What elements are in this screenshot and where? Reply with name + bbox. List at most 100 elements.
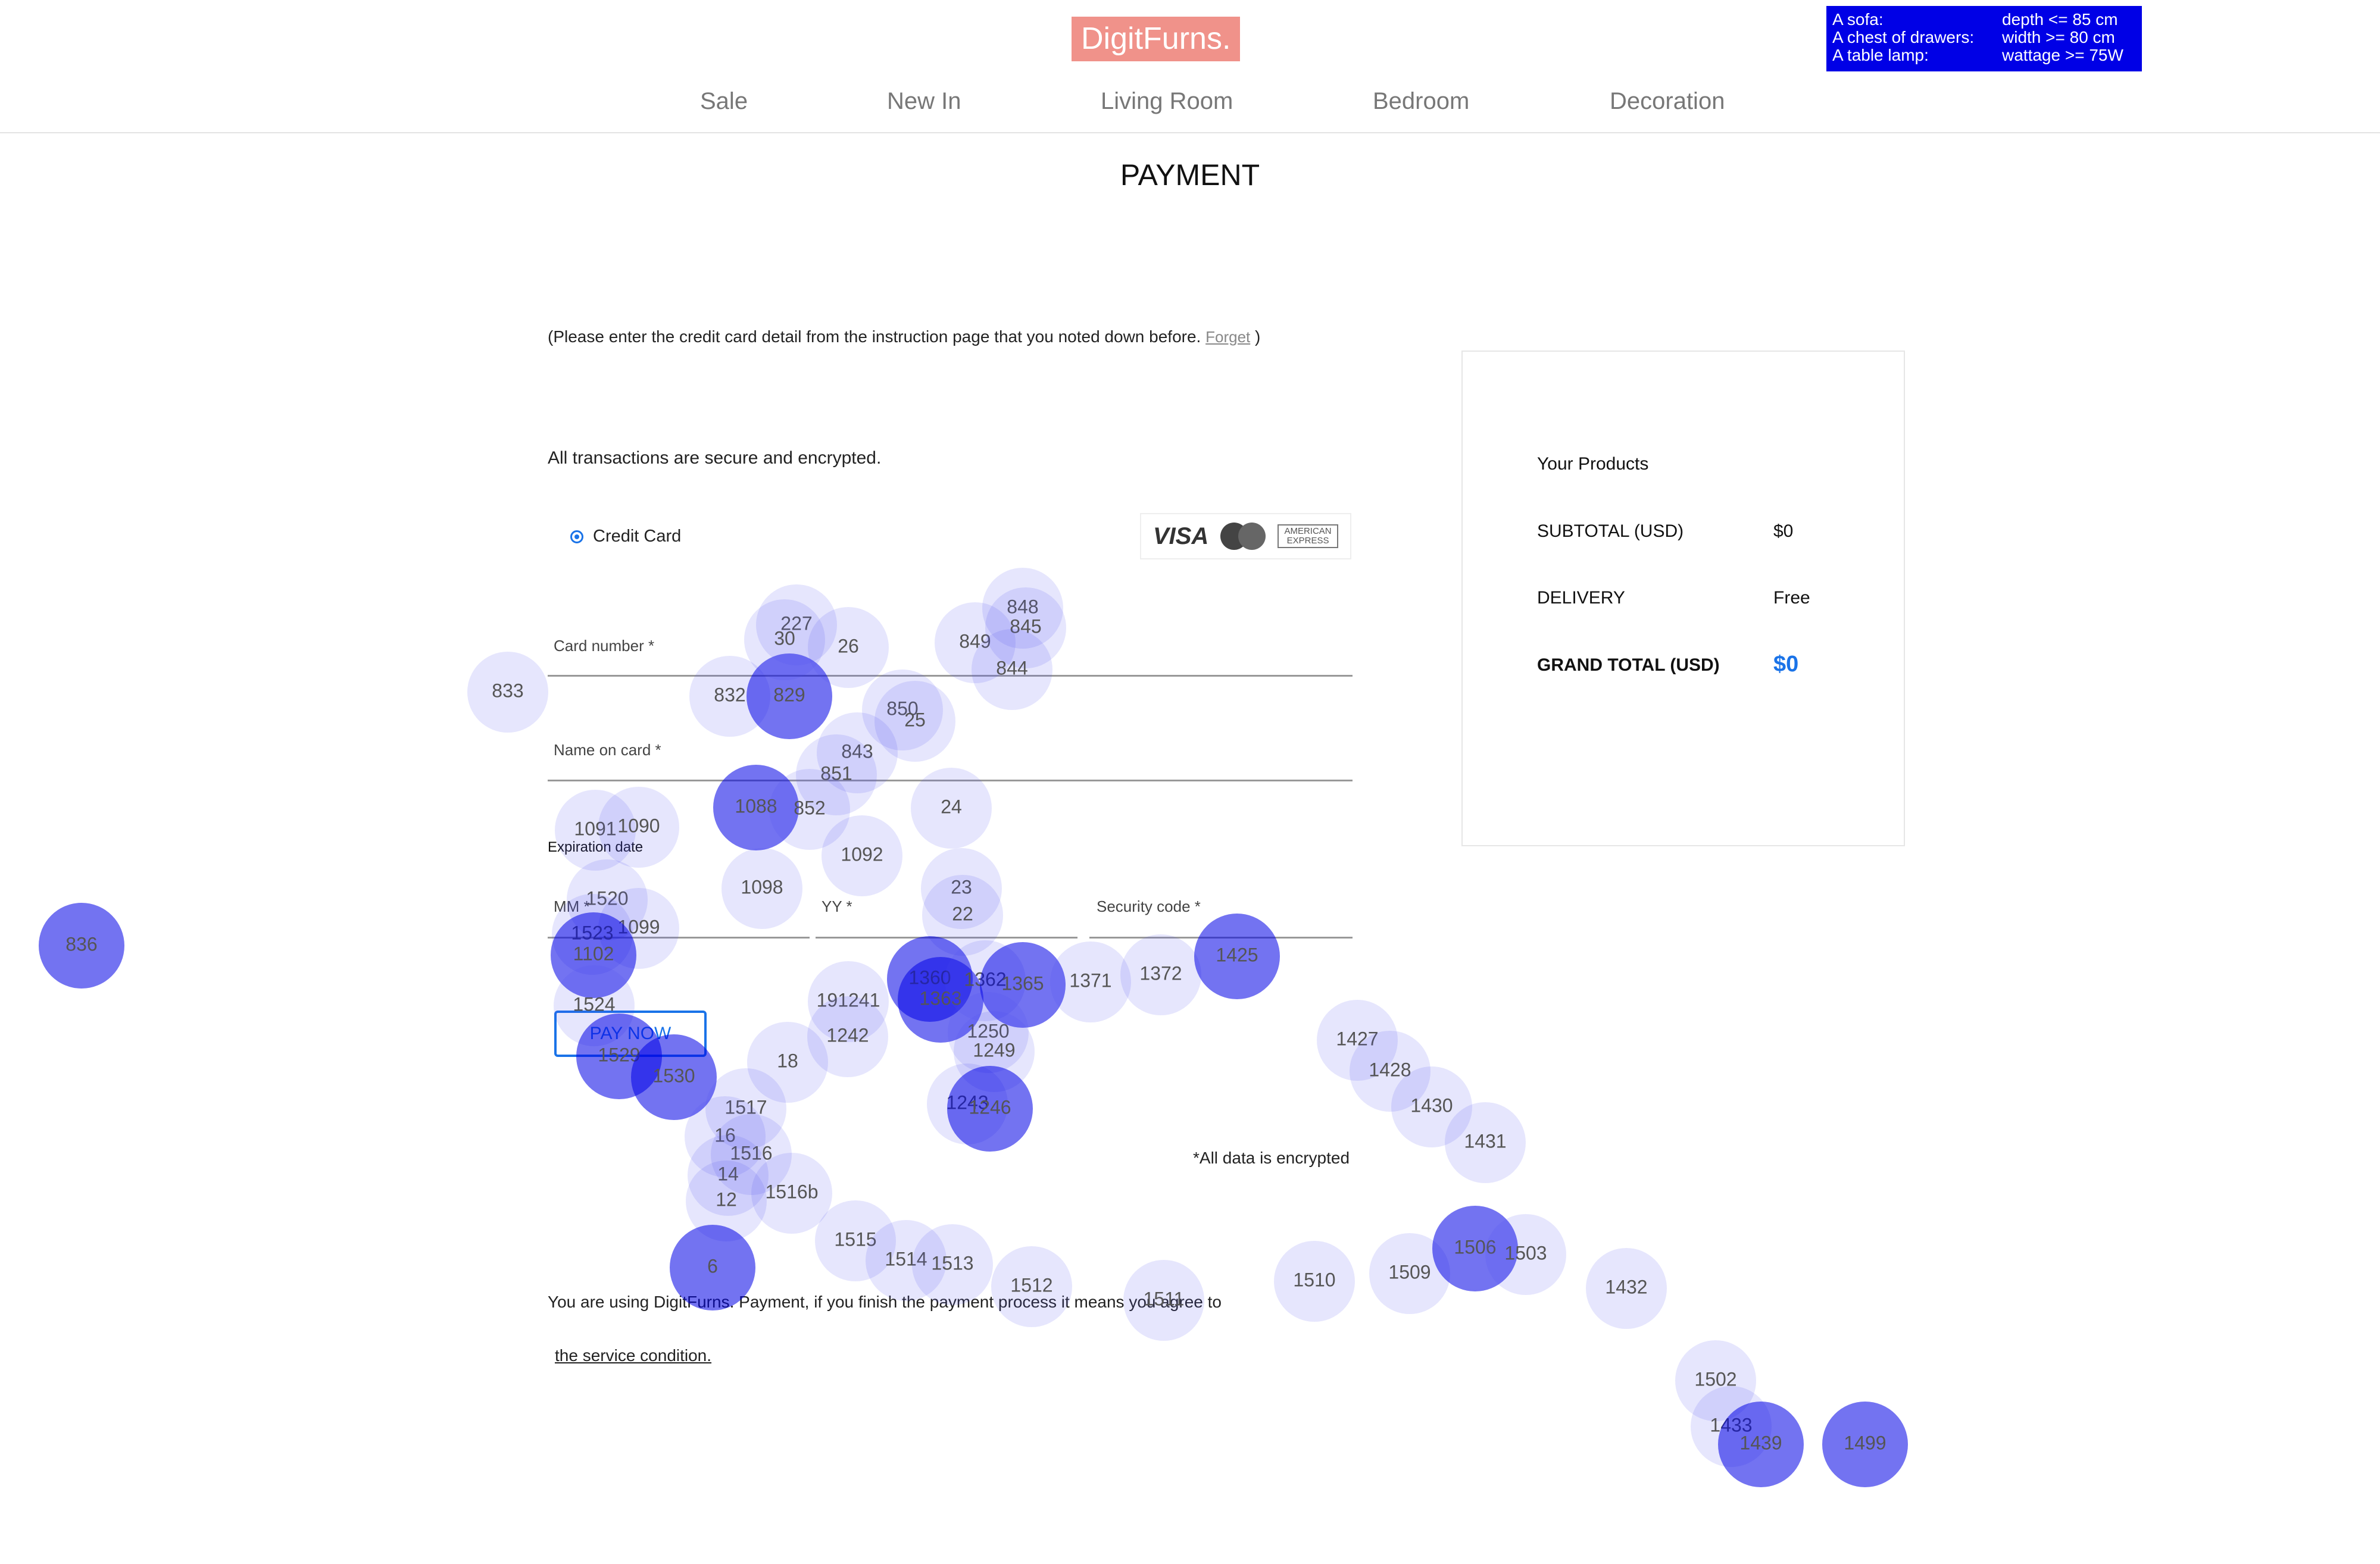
gaze-fixation-label: 845: [1010, 615, 1041, 637]
legend-row-drawers: A chest of drawers: width >= 80 cm: [1832, 29, 2136, 46]
gaze-fixation: 1503: [1485, 1214, 1566, 1295]
task-legend: A sofa: depth <= 85 cm A chest of drawer…: [1826, 6, 2142, 71]
nav-item-bedroom[interactable]: Bedroom: [1373, 88, 1469, 115]
gaze-fixation-circle: [1274, 1241, 1355, 1322]
gaze-fixation: 1371: [1050, 941, 1131, 1022]
legend-constraint: depth <= 85 cm: [2002, 10, 2118, 29]
gaze-fixation-circle: [874, 681, 955, 762]
gaze-fixation-circle: [887, 936, 973, 1022]
gaze-fixation-label: 1246: [969, 1096, 1011, 1118]
gaze-fixation-label: 1514: [885, 1248, 927, 1269]
gaze-fixation-circle: [1317, 1000, 1398, 1081]
legend-constraint: width >= 80 cm: [2002, 28, 2115, 46]
gaze-fixation-circle: [1050, 941, 1131, 1022]
gaze-fixation: 191241: [808, 961, 889, 1042]
forget-link[interactable]: Forget: [1205, 328, 1250, 346]
gaze-fixation-label: 1530: [652, 1065, 695, 1086]
card-brand-logos: VISA AMERICAN EXPRESS: [1140, 513, 1351, 559]
legend-item: A sofa:: [1832, 10, 1884, 29]
gaze-fixation: 1427: [1317, 1000, 1398, 1081]
nav-item-decoration[interactable]: Decoration: [1610, 88, 1725, 115]
gaze-fixation: 1372: [1120, 934, 1201, 1015]
gaze-fixation-label: 1365: [1001, 972, 1044, 994]
delivery-value: Free: [1773, 588, 1810, 608]
mm-input[interactable]: [554, 914, 806, 936]
your-products-label: Your Products: [1537, 454, 1649, 474]
gaze-fixation-label: 1431: [1464, 1130, 1506, 1152]
gaze-fixation-label: 18: [777, 1050, 798, 1071]
gaze-fixation-label: 227: [780, 612, 812, 634]
gaze-fixation: 833: [467, 652, 548, 733]
gaze-fixation: 1428: [1350, 1031, 1431, 1112]
service-condition-link[interactable]: the service condition.: [555, 1346, 711, 1365]
gaze-fixation-circle: [866, 1220, 947, 1301]
gaze-fixation-label: 1250: [967, 1020, 1009, 1041]
card-number-input[interactable]: [554, 652, 1354, 674]
gaze-fixation: 1510: [1274, 1241, 1355, 1322]
amex-logo: AMERICAN EXPRESS: [1278, 524, 1339, 548]
main-nav: Sale New In Living Room Bedroom Decorati…: [0, 88, 2380, 118]
gaze-fixation-circle: [982, 568, 1063, 649]
gaze-fixation: 1517: [705, 1068, 786, 1149]
gaze-fixation-label: 1516b: [766, 1181, 819, 1202]
gaze-fixation-label: 14: [717, 1163, 739, 1184]
legend-row-lamp: A table lamp: wattage >= 75W: [1832, 46, 2136, 64]
credit-card-radio[interactable]: [570, 530, 583, 543]
gaze-fixation-circle: [1120, 934, 1201, 1015]
gaze-fixation: 850: [862, 670, 943, 750]
yy-input[interactable]: [822, 914, 1074, 936]
name-on-card-underline: [548, 780, 1353, 781]
gaze-fixation: 1514: [866, 1220, 947, 1301]
nav-item-sale[interactable]: Sale: [700, 88, 748, 115]
subtotal-label: SUBTOTAL (USD): [1537, 521, 1684, 541]
gaze-fixation-label: 1243: [946, 1091, 988, 1113]
gaze-fixation: 16: [685, 1096, 766, 1177]
gaze-fixation-label: 1513: [931, 1252, 973, 1274]
gaze-fixation-circle: [467, 652, 548, 733]
gaze-overlay: 833 832 82922730 26 849848845844850258438511…: [39, 568, 1908, 1487]
gaze-fixation: 12: [686, 1161, 767, 1241]
gaze-fixation-circle: [1718, 1402, 1804, 1487]
name-on-card-input[interactable]: [554, 756, 1354, 778]
delivery-label: DELIVERY: [1537, 588, 1625, 608]
gaze-fixation: 1091: [555, 790, 636, 871]
brand-logo[interactable]: DigitFurns.: [1072, 17, 1241, 61]
legend-row-sofa: A sofa: depth <= 85 cm: [1832, 11, 2136, 29]
credit-card-label: Credit Card: [593, 527, 682, 546]
gaze-fixation-circle: [685, 1096, 766, 1177]
gaze-fixation-label: 1372: [1139, 962, 1182, 984]
gaze-fixation-label: 1433: [1710, 1414, 1752, 1435]
subtotal-value: $0: [1773, 521, 1794, 541]
gaze-fixation-circle: [555, 790, 636, 871]
pay-now-button[interactable]: PAY NOW: [554, 1011, 707, 1057]
gaze-fixation-circle: [688, 1135, 769, 1216]
gaze-fixation-label: 1425: [1216, 944, 1258, 965]
gaze-fixation-label: 1432: [1605, 1276, 1647, 1297]
gaze-fixation-circle: [991, 1246, 1072, 1327]
gaze-fixation: 1499: [1822, 1402, 1908, 1487]
payment-method-credit-card[interactable]: Credit Card: [570, 527, 681, 546]
security-code-input[interactable]: [1097, 914, 1349, 936]
gaze-fixation-label: 1439: [1739, 1432, 1782, 1453]
gaze-fixation-label: 1362: [964, 968, 1006, 990]
gaze-fixation-label: 1515: [834, 1228, 876, 1250]
gaze-fixation-circle: [1485, 1214, 1566, 1295]
gaze-fixation-label: 25: [904, 709, 926, 730]
gaze-fixation-label: 1503: [1504, 1242, 1547, 1263]
gaze-fixation-circle: [807, 996, 888, 1077]
legend-item: A chest of drawers:: [1832, 28, 1975, 46]
gaze-fixation-label: 1102: [573, 943, 614, 964]
nav-item-living-room[interactable]: Living Room: [1101, 88, 1233, 115]
gaze-fixation-label: 1371: [1069, 969, 1111, 991]
gaze-fixation: 1430: [1391, 1066, 1472, 1147]
nav-item-new-in[interactable]: New In: [887, 88, 961, 115]
gaze-fixation: 1516: [711, 1114, 792, 1195]
gaze-fixation-label: 6: [707, 1255, 718, 1277]
card-number-underline: [548, 675, 1353, 677]
gaze-fixation-circle: [1369, 1233, 1450, 1314]
gaze-fixation-circle: [705, 1068, 786, 1149]
gaze-fixation-label: 23: [951, 876, 972, 897]
gaze-fixation-circle: [1822, 1402, 1908, 1487]
grand-total-label: GRAND TOTAL (USD): [1537, 655, 1720, 675]
gaze-fixation-label: 1502: [1694, 1368, 1736, 1390]
